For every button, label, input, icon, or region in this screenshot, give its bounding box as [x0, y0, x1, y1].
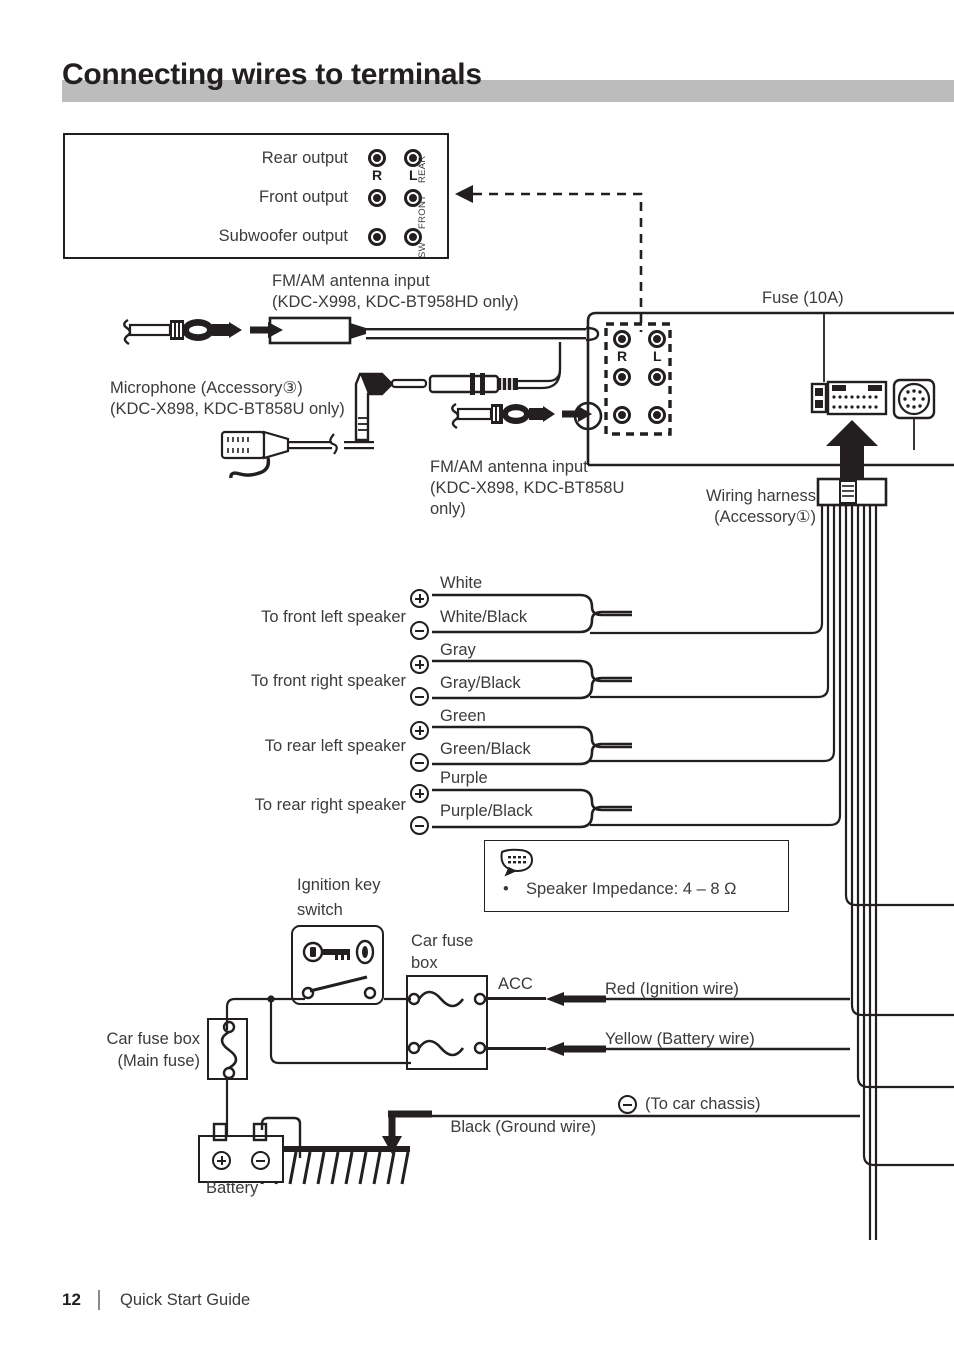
- ignition-switch-label-line1: Ignition key: [297, 876, 381, 894]
- note-bullet: •: [503, 880, 509, 898]
- speaker-wire-pair-front-right: [432, 659, 632, 700]
- fuse-leader-line: [823, 312, 825, 382]
- car-fuse-box-label-line2: box: [411, 954, 438, 972]
- note-bubble-icon: [500, 848, 534, 877]
- subwoofer-output-label: Subwoofer output: [218, 227, 348, 245]
- unit-rca-sw-left: [648, 406, 666, 424]
- sw-side-label: SW: [417, 242, 428, 258]
- rca-jack-rear-right: [368, 149, 386, 167]
- rear-side-label: REAR: [417, 155, 428, 183]
- footer-title: Quick Start Guide: [120, 1291, 251, 1309]
- harness-socket-connector: [810, 380, 888, 416]
- speaker-dest-front-right: To front right speaker: [251, 672, 406, 690]
- front-output-label: Front output: [259, 188, 348, 206]
- microphone-label-line2: (KDC-X898, KDC-BT858U only): [110, 400, 345, 418]
- speaker-dest-rear-left: To rear left speaker: [264, 737, 406, 755]
- din-connector: [892, 378, 936, 450]
- battery-ground-wire: [260, 1116, 302, 1158]
- footer-separator: [98, 1290, 100, 1310]
- speaker-wire-pair-rear-right: [432, 788, 632, 829]
- ground-wire-line: [382, 1110, 860, 1154]
- speaker-dest-rear-right: To rear right speaker: [254, 796, 406, 814]
- unit-rca-rear-left: [648, 330, 666, 348]
- polarity-plus-front-right: [410, 655, 429, 674]
- speaker-wire-pair-rear-left: [432, 725, 632, 766]
- antenna-bottom-label-line2: (KDC-X898, KDC-BT858U: [430, 479, 625, 497]
- ignition-battery-wire-lines: [600, 997, 850, 1051]
- unit-rca-front-left: [648, 368, 666, 386]
- antenna-bottom-label-line3: only): [430, 500, 466, 518]
- rca-jack-front-right: [368, 189, 386, 207]
- battery-positive-terminal: [212, 1151, 231, 1170]
- microphone-label-line1: Microphone (Accessory③): [110, 379, 303, 397]
- polarity-plus-rear-right: [410, 784, 429, 803]
- unit-channel-left-label: L: [653, 348, 662, 364]
- page-number: 12: [62, 1290, 81, 1309]
- antenna-socket-top: [268, 316, 600, 345]
- antenna-bottom-label-line1: FM/AM antenna input: [430, 458, 588, 476]
- unit-channel-right-label: R: [617, 348, 628, 364]
- polarity-minus-front-left: [410, 621, 429, 640]
- unit-rca-rear-right: [613, 330, 631, 348]
- note-box: • Speaker Impedance: 4 – 8 Ω: [484, 840, 789, 912]
- unit-rca-sw-right: [613, 406, 631, 424]
- polarity-plus-rear-left: [410, 721, 429, 740]
- front-side-label: FRONT: [417, 194, 428, 229]
- note-row: • Speaker Impedance: 4 – 8 Ω: [503, 880, 736, 899]
- unit-rca-front-right: [613, 368, 631, 386]
- power-wiring-lines: [225, 995, 411, 1135]
- rear-output-label: Rear output: [261, 149, 348, 167]
- fuse-label: Fuse (10A): [762, 289, 844, 307]
- rca-jack-subwoofer-right: [368, 228, 386, 246]
- polarity-minus-front-right: [410, 687, 429, 706]
- battery-wire-arrow: [488, 1042, 606, 1056]
- detail-channel-right-label: R: [372, 167, 383, 183]
- document-page: Connecting wires to terminals Rear outpu…: [0, 0, 954, 1345]
- polarity-minus-rear-right: [410, 816, 429, 835]
- page-title: Connecting wires to terminals: [62, 58, 482, 91]
- main-fuse-label-line2: (Main fuse): [117, 1052, 200, 1070]
- acc-wire-arrow: [488, 992, 606, 1006]
- polarity-minus-rear-left: [410, 753, 429, 772]
- harness-insert-arrow: [826, 420, 878, 478]
- key-icon: [302, 939, 375, 965]
- car-fuse-box-label-line1: Car fuse: [411, 932, 474, 950]
- battery-label: Battery: [206, 1179, 259, 1197]
- antenna-top-label-line1: FM/AM antenna input: [272, 272, 430, 290]
- speaker-dest-front-left: To front left speaker: [261, 608, 406, 626]
- speaker-wire-pair-front-left: [432, 593, 632, 634]
- antenna-top-label-line2: (KDC-X998, KDC-BT958HD only): [272, 293, 519, 311]
- main-fuse-label-line1: Car fuse box: [106, 1030, 200, 1048]
- note-text-value: Speaker Impedance: 4 – 8 Ω: [525, 880, 737, 898]
- polarity-plus-front-left: [410, 589, 429, 608]
- ignition-switch-label-line2: switch: [297, 901, 343, 919]
